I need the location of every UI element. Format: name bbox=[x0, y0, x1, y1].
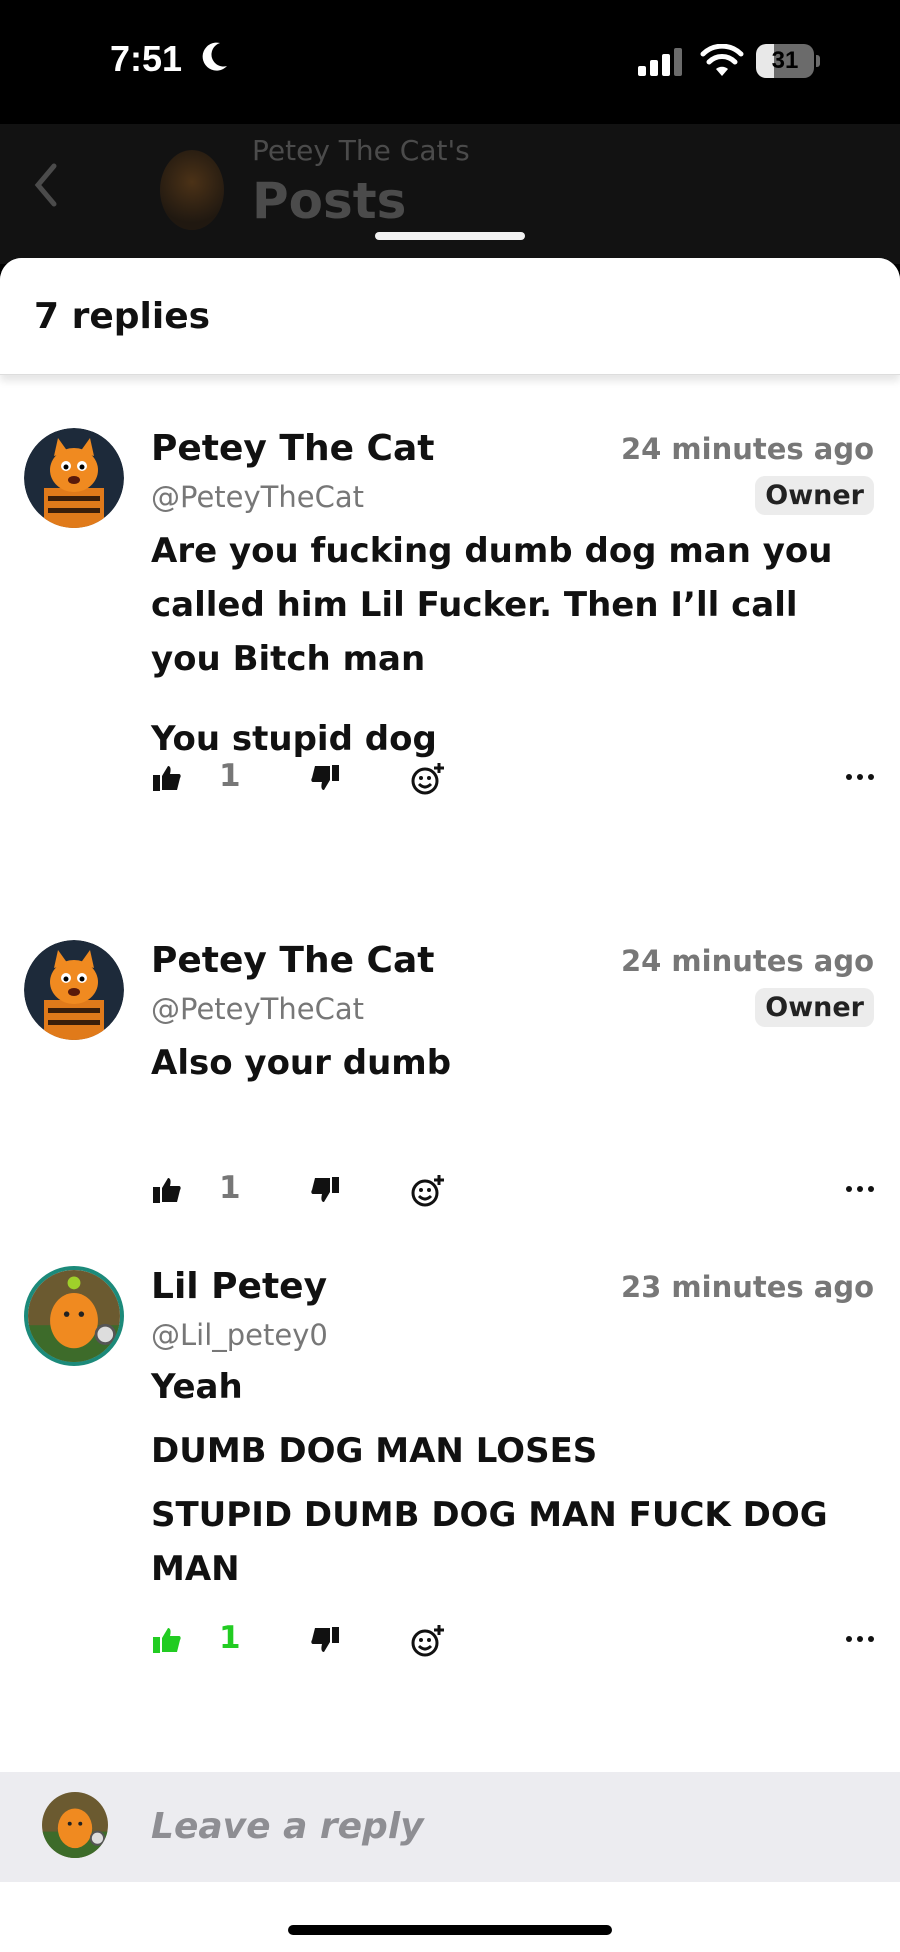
author-handle[interactable]: @Lil_petey0 bbox=[151, 1318, 328, 1352]
replies-sheet: 7 replies Petey The Cat 24 minutes ago @… bbox=[0, 258, 900, 1952]
author-name[interactable]: Lil Petey bbox=[151, 1266, 327, 1307]
add-reaction-icon[interactable] bbox=[411, 1174, 445, 1208]
thumbs-up-icon[interactable] bbox=[151, 1624, 183, 1656]
comment-paragraph: Yeah bbox=[151, 1367, 243, 1407]
thumbs-up-icon[interactable] bbox=[151, 762, 183, 794]
add-reaction-icon[interactable] bbox=[411, 1624, 445, 1658]
author-name[interactable]: Petey The Cat bbox=[151, 940, 434, 981]
owner-badge: Owner bbox=[755, 988, 874, 1027]
status-bar: 7:51 31 bbox=[0, 0, 900, 124]
timestamp: 24 minutes ago bbox=[620, 944, 874, 978]
more-icon[interactable] bbox=[845, 1174, 875, 1204]
bottom-safe-area bbox=[0, 1882, 900, 1952]
back-chevron-icon[interactable] bbox=[30, 160, 60, 210]
wifi-icon bbox=[700, 44, 744, 76]
like-count: 1 bbox=[219, 1170, 241, 1206]
battery-icon: 31 bbox=[756, 44, 820, 78]
reply-input[interactable]: Leave a reply bbox=[151, 1806, 424, 1847]
sheet-grabber[interactable] bbox=[375, 232, 525, 240]
avatar[interactable] bbox=[24, 428, 124, 528]
signal-icon bbox=[638, 48, 682, 76]
like-count: 1 bbox=[219, 1620, 241, 1656]
home-indicator[interactable] bbox=[288, 1925, 612, 1935]
moon-icon bbox=[202, 42, 227, 71]
header-subtitle: Petey The Cat's bbox=[252, 134, 470, 167]
comment-body: Are you fucking dumb dog man you called … bbox=[151, 524, 851, 792]
comment-paragraph: Are you fucking dumb dog man you called … bbox=[151, 531, 833, 679]
add-reaction-icon[interactable] bbox=[411, 762, 445, 796]
timestamp: 23 minutes ago bbox=[620, 1270, 874, 1304]
timestamp: 24 minutes ago bbox=[620, 432, 874, 466]
comment-paragraph: Also your dumb bbox=[151, 1043, 452, 1083]
status-time: 7:51 bbox=[110, 38, 183, 79]
user-avatar bbox=[42, 1792, 108, 1858]
author-handle[interactable]: @PeteyTheCat bbox=[151, 992, 364, 1026]
comment-paragraph: You stupid dog bbox=[151, 719, 437, 759]
comment-actions: 1 bbox=[151, 1620, 875, 1664]
more-icon[interactable] bbox=[845, 1624, 875, 1654]
more-icon[interactable] bbox=[845, 762, 875, 792]
header-title: Posts bbox=[252, 172, 407, 230]
thumbs-down-icon[interactable] bbox=[309, 1174, 341, 1206]
background-header: Petey The Cat's Posts bbox=[0, 124, 900, 264]
thumbs-down-icon[interactable] bbox=[309, 762, 341, 794]
thumbs-up-icon[interactable] bbox=[151, 1174, 183, 1206]
comment-body: Yeah DUMB DOG MAN LOSES STUPID DUMB DOG … bbox=[151, 1360, 851, 1622]
comment-actions: 1 bbox=[151, 758, 875, 802]
author-handle[interactable]: @PeteyTheCat bbox=[151, 480, 364, 514]
avatar[interactable] bbox=[24, 1266, 124, 1366]
reply-bar[interactable]: Leave a reply bbox=[0, 1772, 900, 1882]
comment-paragraph: STUPID DUMB DOG MAN FUCK DOG MAN bbox=[151, 1495, 828, 1589]
battery-level: 31 bbox=[771, 47, 799, 74]
like-count: 1 bbox=[219, 758, 241, 794]
reply-count: 7 replies bbox=[34, 296, 211, 337]
profile-avatar bbox=[160, 150, 224, 230]
avatar[interactable] bbox=[24, 940, 124, 1040]
comment-body: Also your dumb bbox=[151, 1036, 851, 1116]
author-name[interactable]: Petey The Cat bbox=[151, 428, 434, 469]
comment-actions: 1 bbox=[151, 1170, 875, 1214]
sheet-header: 7 replies bbox=[0, 258, 900, 375]
owner-badge: Owner bbox=[755, 476, 874, 515]
thumbs-down-icon[interactable] bbox=[309, 1624, 341, 1656]
comment-paragraph: DUMB DOG MAN LOSES bbox=[151, 1431, 598, 1471]
